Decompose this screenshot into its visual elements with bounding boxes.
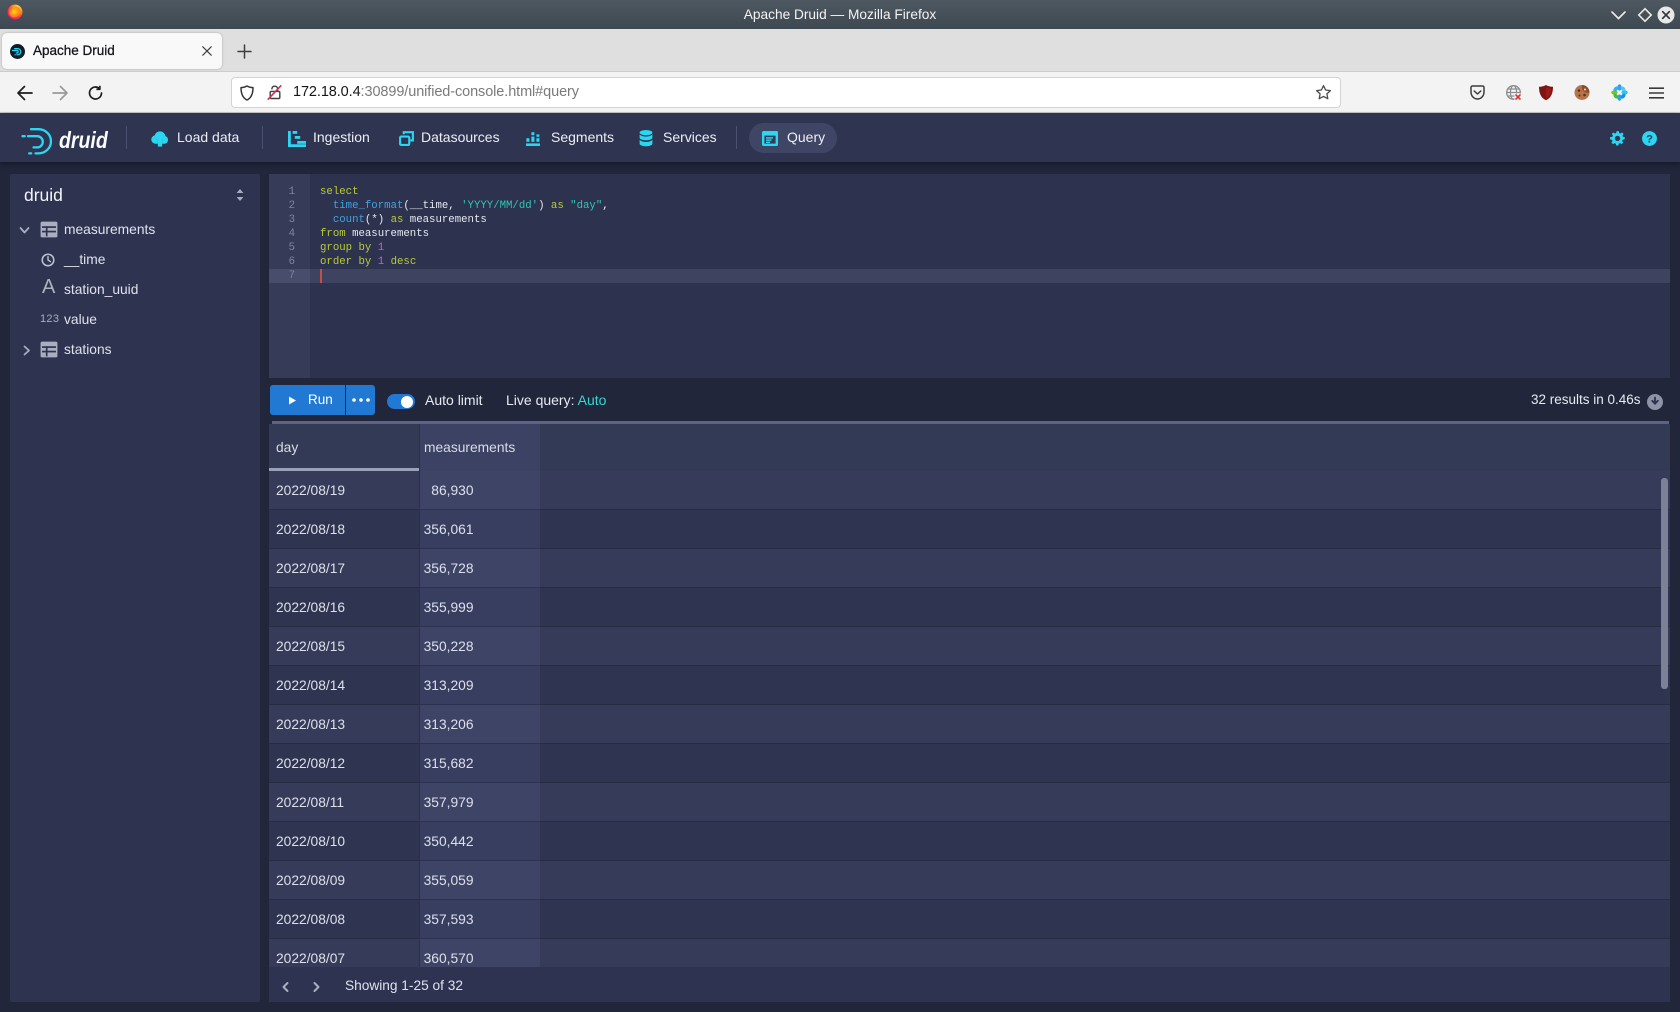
svg-text:?: ? bbox=[1646, 133, 1653, 145]
